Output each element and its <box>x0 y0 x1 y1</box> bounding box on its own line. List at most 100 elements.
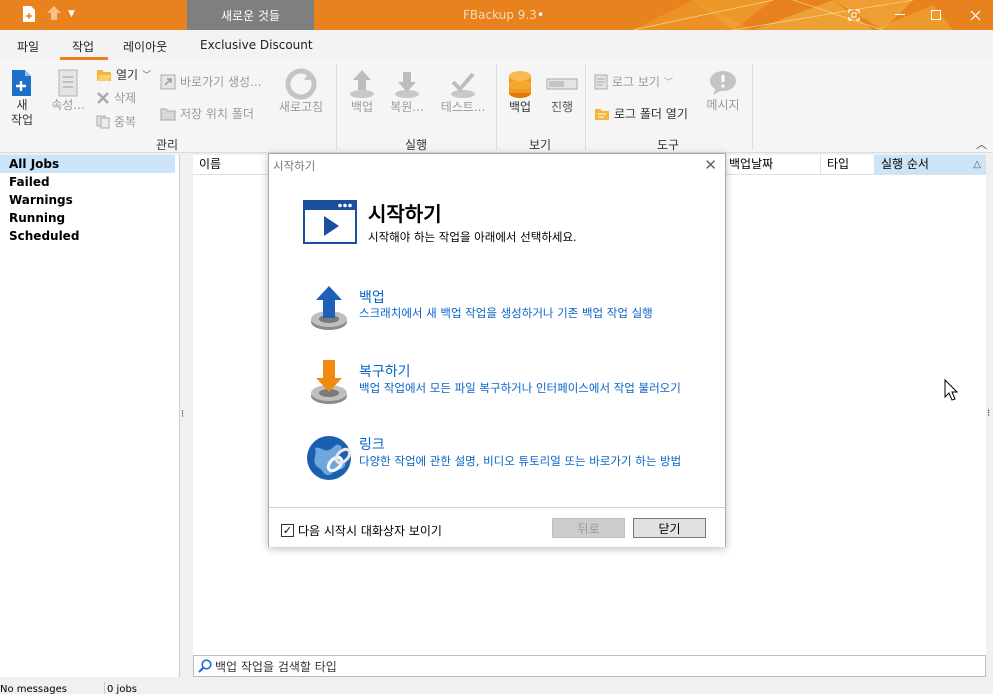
splitter-grip-icon[interactable]: ⁝ <box>181 409 184 420</box>
mouse-cursor-icon <box>944 378 959 404</box>
log-view-dropdown-icon[interactable]: ﹀ <box>664 75 673 88</box>
nav-warnings[interactable]: Warnings <box>0 191 175 209</box>
open-dropdown-icon[interactable]: ﹀ <box>142 68 151 81</box>
status-bar: No messages 0 jobs <box>0 682 993 694</box>
backup-run-button[interactable]: 백업 <box>344 68 380 115</box>
open-folder-icon <box>97 69 112 81</box>
group-run-label: 실행 <box>405 138 428 152</box>
maximize-icon[interactable] <box>918 0 954 30</box>
log-view-button[interactable]: 로그 보기 ﹀ <box>594 73 673 90</box>
nav-failed[interactable]: Failed <box>0 173 175 191</box>
column-run-order-label: 실행 순서 <box>881 157 929 171</box>
option-link-desc[interactable]: 다양한 작업에 관한 설명, 비디오 튜토리얼 또는 바로가기 하는 방법 <box>359 454 699 468</box>
minimize-icon[interactable] <box>882 0 918 30</box>
open-label: 열기 <box>116 68 139 82</box>
right-grip-icon[interactable]: ⁝ <box>987 408 990 419</box>
backup-run-label: 백업 <box>350 100 374 114</box>
search-icon <box>198 659 212 673</box>
new-job-icon <box>12 70 31 96</box>
backup-up-arrow-icon[interactable] <box>309 284 349 332</box>
create-shortcut-button[interactable]: 바로가기 생성... <box>160 73 262 90</box>
ribbon-separator <box>585 64 586 150</box>
nav-all-jobs[interactable]: All Jobs <box>0 155 175 173</box>
storage-folder-button[interactable]: 저장 위치 폴더 <box>160 105 254 122</box>
message-bubble-icon <box>710 71 736 95</box>
dialog-title: 시작하기 <box>273 159 316 173</box>
log-folder-icon <box>595 108 609 120</box>
title-bullet: • <box>537 8 545 22</box>
dialog-footer: ✓ 다음 시작시 대화상자 보이기 뒤로 닫기 <box>269 507 725 547</box>
tab-exclusive-discount[interactable]: Exclusive Discount <box>200 38 313 52</box>
column-run-order[interactable]: 실행 순서 △ <box>875 155 986 175</box>
panel-splitter[interactable]: ⁝ <box>180 155 192 677</box>
getting-started-dialog: 시작하기 ✕ 시작하기 시작해야 하는 작업을 아래에서 선택하세요. 백업 스… <box>268 153 726 547</box>
refresh-icon <box>285 68 317 100</box>
restore-down-arrow-icon[interactable] <box>309 358 349 406</box>
close-button[interactable]: 닫기 <box>633 518 706 538</box>
create-shortcut-label: 바로가기 생성... <box>180 75 262 89</box>
restore-button[interactable]: 복원... <box>386 68 428 115</box>
back-button[interactable]: 뒤로 <box>552 518 625 538</box>
restore-down-icon <box>395 72 419 98</box>
job-search-box[interactable]: 백업 작업을 검색할 타입 <box>193 655 986 677</box>
view-backup-button[interactable]: 백업 <box>502 68 538 115</box>
backup-up-icon <box>350 70 374 98</box>
delete-button[interactable]: 삭제 <box>96 89 136 106</box>
tab-layout[interactable]: 레이아웃 <box>123 38 167 55</box>
log-view-label: 로그 보기 <box>612 75 660 89</box>
test-label: 테스트... <box>440 100 486 114</box>
group-tools-label: 도구 <box>657 138 680 152</box>
ribbon-tabs: 파일 작업 레이아웃 Exclusive Discount <box>0 30 993 60</box>
fbackup-window: ▼ 새로운 것들 FBackup 9.3 • 파일 작업 레이아웃 Exclus… <box>0 0 993 694</box>
duplicate-button[interactable]: 중복 <box>96 113 136 130</box>
status-divider <box>104 682 105 694</box>
option-backup-desc[interactable]: 스크래치에서 새 백업 작업을 생성하거나 기존 백업 작업 실행 <box>359 306 699 320</box>
new-job-label: 새 작업 <box>10 98 34 127</box>
duplicate-label: 중복 <box>114 115 137 129</box>
option-link-title[interactable]: 링크 <box>359 434 385 454</box>
group-view-label: 보기 <box>529 138 552 152</box>
nav-running[interactable]: Running <box>0 209 175 227</box>
close-icon[interactable] <box>957 0 993 30</box>
option-restore-title[interactable]: 복구하기 <box>359 361 411 381</box>
column-type[interactable]: 타입 <box>821 155 875 175</box>
view-backup-label: 백업 <box>508 100 532 114</box>
column-backup-date[interactable]: 백업날짜 <box>723 155 821 175</box>
tab-job[interactable]: 작업 <box>72 38 94 55</box>
option-backup-title[interactable]: 백업 <box>359 287 385 307</box>
open-button[interactable]: 열기 ﹀ <box>96 66 151 83</box>
dialog-subtitle: 시작해야 하는 작업을 아래에서 선택하세요. <box>368 230 577 244</box>
up-arrow-icon[interactable] <box>46 5 62 25</box>
test-button[interactable]: 테스트... <box>436 68 490 115</box>
globe-link-icon[interactable] <box>305 434 353 482</box>
new-job-button[interactable]: 새 작업 <box>6 68 38 128</box>
messages-button[interactable]: 메시지 <box>702 68 744 113</box>
nav-scheduled[interactable]: Scheduled <box>0 227 175 245</box>
dialog-heading: 시작하기 <box>368 202 442 226</box>
properties-button[interactable]: 속성... <box>48 68 88 113</box>
fullscreen-icon[interactable] <box>836 0 872 30</box>
sort-ascending-icon: △ <box>973 159 981 170</box>
view-backup-stack-icon <box>509 71 531 98</box>
app-title: FBackup 9.3 <box>463 8 537 22</box>
dialog-close-icon[interactable]: ✕ <box>704 156 717 174</box>
delete-x-icon <box>97 91 109 104</box>
option-restore-desc[interactable]: 백업 작업에서 모든 파일 복구하거나 인터페이스에서 작업 불러오기 <box>359 381 699 395</box>
status-messages: No messages <box>0 684 67 694</box>
open-log-folder-label: 로그 폴더 열기 <box>614 107 688 121</box>
storage-folder-icon <box>160 108 176 120</box>
refresh-button[interactable]: 새로고침 <box>274 68 328 115</box>
whats-new-tab[interactable]: 새로운 것들 <box>187 0 314 30</box>
view-progress-button[interactable]: 진행 <box>544 68 580 115</box>
properties-icon <box>58 69 78 97</box>
open-log-folder-button[interactable]: 로그 폴더 열기 <box>594 105 688 122</box>
new-file-icon[interactable] <box>22 5 36 25</box>
collapse-ribbon-icon[interactable]: ︿ <box>976 136 987 152</box>
checkbox-checked-icon[interactable]: ✓ <box>281 524 294 537</box>
group-manage-label: 관리 <box>156 138 179 152</box>
show-on-startup-checkbox[interactable]: ✓ 다음 시작시 대화상자 보이기 <box>281 522 442 539</box>
ribbon-separator <box>496 64 497 150</box>
tab-file[interactable]: 파일 <box>17 38 39 55</box>
quick-access-dropdown-icon[interactable]: ▼ <box>68 9 75 29</box>
search-input[interactable]: 백업 작업을 검색할 타입 <box>215 658 337 675</box>
